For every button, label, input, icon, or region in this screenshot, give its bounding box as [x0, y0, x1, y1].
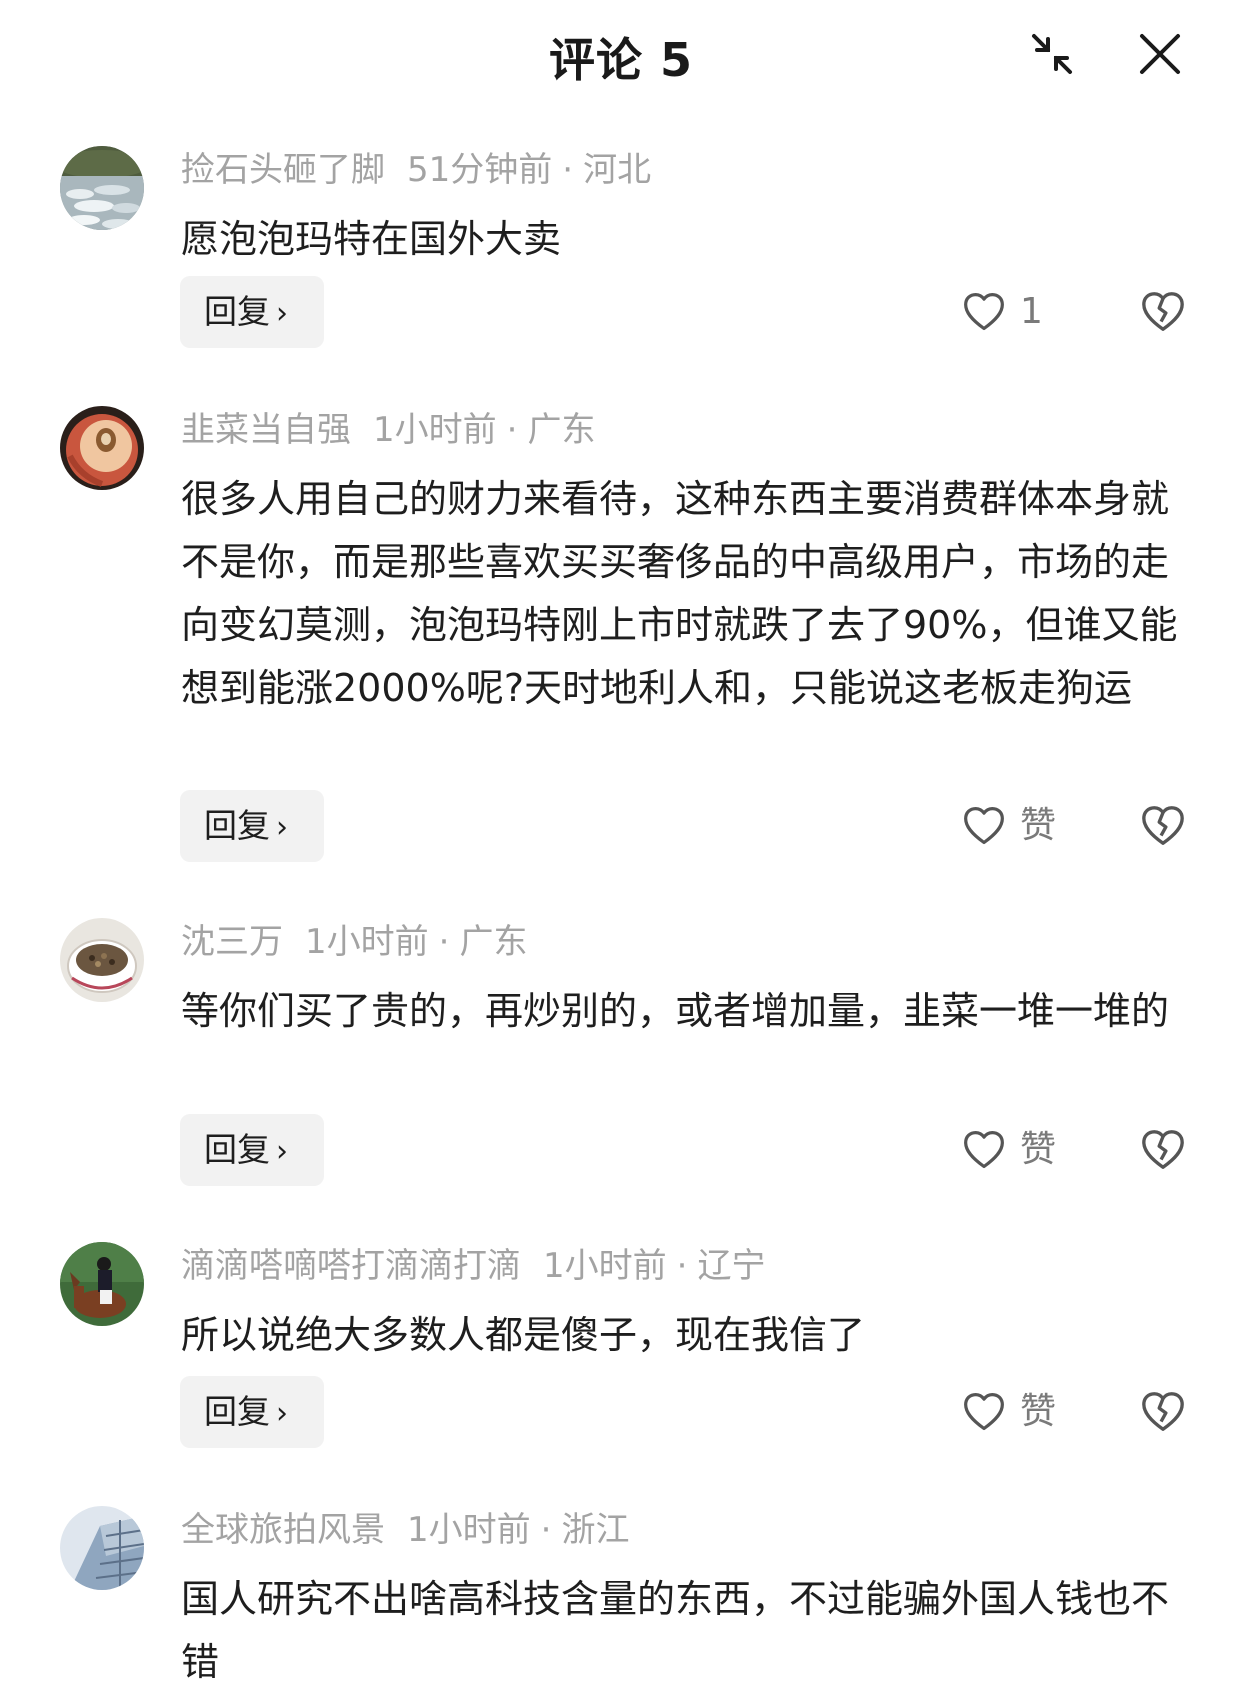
- broken-heart-icon: [1142, 292, 1184, 331]
- separator: ·: [676, 1246, 688, 1286]
- like-button[interactable]: 赞: [962, 802, 1072, 852]
- username[interactable]: 沈三万: [181, 922, 283, 962]
- comments-header: 评论 5: [0, 0, 1242, 110]
- like-label: 赞: [1020, 1129, 1057, 1170]
- location: 浙江: [561, 1510, 630, 1550]
- comment-meta: 捡石头砸了脚 51分钟前 · 河北: [181, 150, 651, 190]
- avatar[interactable]: [60, 406, 144, 490]
- chevron-right-icon: ›: [276, 1134, 288, 1169]
- username[interactable]: 全球旅拍风景: [181, 1510, 385, 1550]
- dislike-button[interactable]: [1140, 1127, 1186, 1173]
- reply-button[interactable]: 回复 ›: [180, 276, 324, 348]
- like-label: 赞: [1020, 805, 1057, 846]
- reply-label: 回复: [204, 806, 270, 845]
- avatar[interactable]: [60, 146, 144, 230]
- timestamp: 1小时前: [407, 1510, 531, 1550]
- chevron-right-icon: ›: [276, 296, 288, 331]
- separator: ·: [506, 410, 518, 450]
- username[interactable]: 捡石头砸了脚: [181, 150, 385, 190]
- like-button[interactable]: 赞: [962, 1388, 1072, 1438]
- comment-text: 所以说绝大多数人都是傻子，现在我信了: [181, 1313, 866, 1357]
- reply-button[interactable]: 回复 ›: [180, 790, 324, 862]
- reply-label: 回复: [204, 1130, 270, 1169]
- avatar[interactable]: [60, 1506, 144, 1590]
- collapse-icon[interactable]: [1028, 30, 1076, 78]
- username[interactable]: 韭菜当自强: [181, 410, 351, 450]
- chevron-right-icon: ›: [276, 1396, 288, 1431]
- dislike-button[interactable]: [1140, 289, 1186, 335]
- broken-heart-icon: [1142, 806, 1184, 845]
- timestamp: 1小时前: [305, 922, 429, 962]
- like-label: 赞: [1020, 1391, 1057, 1432]
- separator: ·: [438, 922, 450, 962]
- timestamp: 1小时前: [373, 410, 497, 450]
- broken-heart-icon: [1142, 1392, 1184, 1431]
- reply-label: 回复: [204, 292, 270, 331]
- comment-text: 等你们买了贵的，再炒别的，或者增加量，韭菜一堆一堆的: [181, 989, 1170, 1033]
- close-icon[interactable]: [1136, 30, 1184, 78]
- heart-icon: [964, 292, 1004, 331]
- comment-text: 很多人用自己的财力来看待，这种东西主要消费群体本身就不是你，而是那些喜欢买买奢侈…: [181, 477, 1178, 710]
- location: 辽宁: [697, 1246, 766, 1286]
- location: 广东: [527, 410, 596, 450]
- broken-heart-icon: [1142, 1130, 1184, 1169]
- dislike-button[interactable]: [1140, 803, 1186, 849]
- comment-text: 国人研究不出啥高科技含量的东西，不过能骗外国人钱也不错: [181, 1577, 1170, 1684]
- comment-meta: 滴滴嗒嘀嗒打滴滴打滴 1小时前 · 辽宁: [181, 1246, 765, 1286]
- like-button[interactable]: 赞: [962, 1126, 1072, 1176]
- like-button[interactable]: 1: [962, 288, 1072, 338]
- reply-label: 回复: [204, 1392, 270, 1431]
- location: 广东: [459, 922, 528, 962]
- timestamp: 1小时前: [543, 1246, 667, 1286]
- heart-icon: [964, 1392, 1004, 1431]
- heart-icon: [964, 806, 1004, 845]
- comment-meta: 全球旅拍风景 1小时前 · 浙江: [181, 1510, 629, 1550]
- heart-icon: [964, 1130, 1004, 1169]
- like-count: 1: [1020, 291, 1043, 332]
- separator: ·: [540, 1510, 552, 1550]
- reply-button[interactable]: 回复 ›: [180, 1114, 324, 1186]
- avatar[interactable]: [60, 1242, 144, 1326]
- separator: ·: [562, 150, 574, 190]
- location: 河北: [583, 150, 652, 190]
- timestamp: 51分钟前: [407, 150, 553, 190]
- avatar[interactable]: [60, 918, 144, 1002]
- comment-meta: 沈三万 1小时前 · 广东: [181, 922, 527, 962]
- comment-meta: 韭菜当自强 1小时前 · 广东: [181, 410, 595, 450]
- reply-button[interactable]: 回复 ›: [180, 1376, 324, 1448]
- chevron-right-icon: ›: [276, 810, 288, 845]
- comment-text: 愿泡泡玛特在国外大卖: [181, 217, 562, 261]
- dislike-button[interactable]: [1140, 1389, 1186, 1435]
- username[interactable]: 滴滴嗒嘀嗒打滴滴打滴: [181, 1246, 521, 1286]
